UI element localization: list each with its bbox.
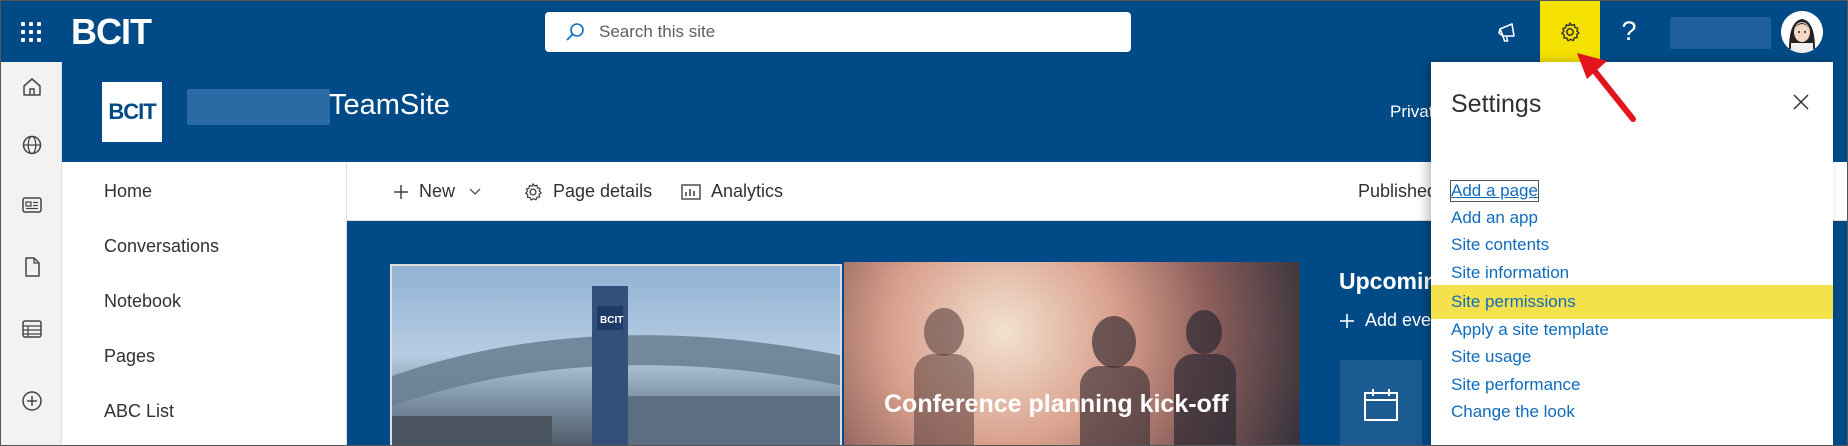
settings-link-label: Site performance (1451, 374, 1581, 394)
user-avatar-icon (1781, 11, 1823, 53)
plus-icon (394, 184, 408, 199)
add-event-label: Add eve (1365, 310, 1432, 330)
close-icon (1793, 94, 1809, 110)
megaphone-icon (1498, 22, 1515, 42)
document-icon (24, 257, 40, 277)
avatar[interactable] (1781, 11, 1823, 53)
tile-title: Conference planning kick-off (884, 390, 1229, 418)
site-logo[interactable]: BCIT (102, 82, 162, 142)
account-name-redacted[interactable] (1670, 17, 1771, 49)
settings-link-label: Add an app (1451, 207, 1538, 227)
list-icon (21, 320, 42, 338)
settings-title: Settings (1451, 90, 1542, 118)
help-icon: ? (1621, 16, 1637, 46)
screenshot-frame: BCIT Search this site ? BCIT TeamSite Pr… (0, 0, 1848, 446)
close-button[interactable] (1786, 87, 1816, 117)
add-event-button[interactable]: Add eve (1339, 310, 1431, 331)
privacy-label: Privat (1390, 102, 1434, 121)
tile-sign-text: BCIT (600, 315, 623, 326)
hero-tile-campus[interactable]: BCIT (390, 264, 842, 445)
search-box[interactable]: Search this site (545, 12, 1131, 52)
brand-logo[interactable]: BCIT (71, 11, 152, 53)
settings-link-add-app[interactable]: Add an app (1431, 204, 1833, 231)
calendar-icon (1364, 389, 1398, 421)
nav-item-notebook[interactable]: Notebook (104, 291, 181, 312)
app-launcher-button[interactable] (9, 1, 53, 62)
settings-link-change-look[interactable]: Change the look (1431, 398, 1833, 425)
settings-link-label: Apply a site template (1451, 319, 1609, 339)
appbar-news[interactable] (1, 180, 62, 230)
published-status: Published (1358, 181, 1438, 201)
feedback-button[interactable] (1479, 1, 1539, 62)
appbar-files[interactable] (1, 242, 62, 292)
settings-link-label: Site contents (1451, 234, 1550, 254)
settings-link-apply-template[interactable]: Apply a site template (1431, 316, 1833, 343)
site-name-redacted (187, 89, 330, 125)
nav-item-home[interactable]: Home (104, 181, 152, 202)
hero-tile-conference[interactable]: Conference planning kick-off (844, 262, 1300, 445)
settings-link-label: Add a page (1450, 179, 1539, 202)
app-bar (1, 62, 62, 445)
page-details-button[interactable]: Page details (523, 162, 652, 221)
gear-icon (1561, 21, 1580, 41)
event-calendar-card[interactable] (1340, 360, 1422, 445)
appbar-sites[interactable] (1, 120, 62, 170)
annotation-arrow-icon (1577, 53, 1636, 122)
appbar-create[interactable] (1, 376, 62, 426)
plus-icon (1340, 313, 1354, 328)
nav-item-conversations[interactable]: Conversations (104, 236, 219, 257)
nav-item-pages[interactable]: Pages (104, 346, 155, 367)
analytics-icon (681, 183, 701, 200)
settings-link-site-performance[interactable]: Site performance (1431, 371, 1833, 398)
news-icon (21, 197, 42, 213)
appbar-lists[interactable] (1, 304, 62, 354)
analytics-button[interactable]: Analytics (681, 162, 783, 221)
add-icon (21, 391, 42, 411)
settings-link-label: Site usage (1451, 346, 1532, 366)
chevron-down-icon (469, 188, 481, 195)
settings-link-label: Site information (1451, 262, 1570, 282)
waffle-icon (21, 21, 41, 42)
search-placeholder: Search this site (599, 22, 716, 41)
search-icon (566, 23, 584, 41)
left-navigation: Home Conversations Notebook Pages ABC Li… (62, 162, 347, 445)
upcoming-events-heading: Upcomin (1339, 268, 1438, 294)
nav-item-abc-list[interactable]: ABC List (104, 401, 174, 422)
globe-icon (22, 135, 41, 155)
appbar-home[interactable] (1, 62, 62, 112)
gear-icon (525, 182, 542, 201)
analytics-label: Analytics (711, 181, 784, 201)
settings-link-label: Site permissions (1451, 292, 1576, 311)
site-title[interactable]: TeamSite (329, 89, 450, 122)
settings-link-site-permissions[interactable]: Site permissions (1431, 285, 1833, 319)
settings-link-label: Change the look (1451, 401, 1575, 421)
settings-link-site-information[interactable]: Site information (1431, 259, 1833, 286)
home-icon (22, 78, 41, 96)
new-button[interactable]: New (393, 162, 481, 221)
settings-link-site-usage[interactable]: Site usage (1431, 343, 1833, 370)
new-label: New (419, 181, 456, 201)
settings-link-site-contents[interactable]: Site contents (1431, 231, 1833, 258)
settings-link-add-page[interactable]: Add a page (1431, 177, 1833, 204)
campus-image: BCIT (392, 286, 840, 445)
page-details-label: Page details (553, 181, 653, 201)
